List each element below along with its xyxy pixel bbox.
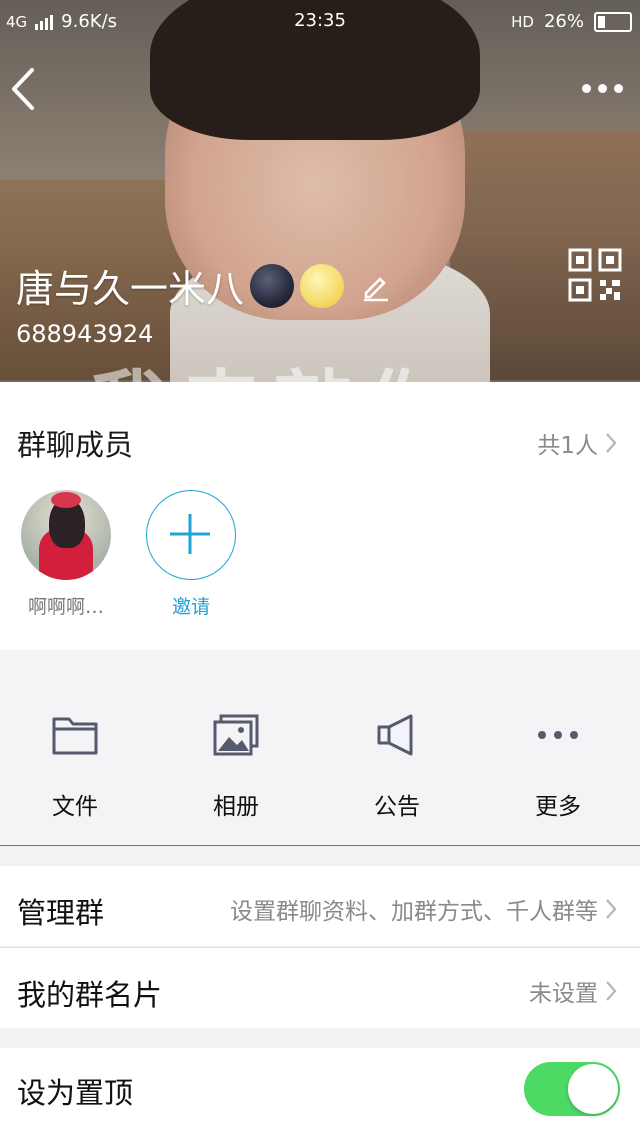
avatar (21, 490, 111, 580)
chevron-right-icon (606, 433, 617, 453)
pin-to-top-row: 设为置顶 (0, 1048, 640, 1128)
row-value: 设置群聊资料、加群方式、千人群等 (230, 899, 598, 925)
group-name-row: 唐与久一米八 (16, 258, 392, 313)
shortcut-label: 更多 (535, 794, 581, 820)
back-button[interactable] (8, 66, 38, 112)
my-group-card-row[interactable]: 我的群名片 未设置 (0, 948, 640, 1028)
members-title: 群聊成员 (17, 428, 134, 462)
hd-indicator: HD (511, 12, 534, 31)
more-dots-icon (538, 731, 578, 739)
plus-icon (170, 514, 210, 554)
status-bar: 4G 9.6K/s 23:35 HD 26% (0, 0, 640, 44)
shortcut-label: 相册 (213, 794, 259, 820)
announcement-icon (377, 714, 413, 756)
members-section: 群聊成员 共1人 啊啊啊… 邀请 (0, 382, 640, 650)
more-dot-icon (582, 83, 591, 93)
row-title: 管理群 (17, 896, 105, 930)
shortcuts-bar: 文件 相册 公告 更多 (0, 651, 640, 846)
invite-circle (146, 490, 236, 580)
shortcut-more[interactable]: 更多 (488, 713, 628, 821)
row-title: 设为置顶 (17, 1076, 134, 1110)
members-count-link[interactable]: 共1人 (537, 426, 618, 460)
members-count: 共1人 (537, 433, 598, 459)
manage-group-row[interactable]: 管理群 设置群聊资料、加群方式、千人群等 (0, 866, 640, 946)
shortcut-files[interactable]: 文件 (5, 713, 145, 821)
new-moon-face-icon (250, 263, 295, 308)
chevron-right-icon (606, 899, 617, 919)
row-value: 未设置 (529, 981, 598, 1007)
battery-percent: 26% (543, 11, 584, 32)
qr-code-icon[interactable] (568, 248, 622, 302)
member-name: 啊啊啊… (27, 596, 104, 618)
full-moon-face-icon (300, 263, 345, 308)
row-title: 我的群名片 (17, 978, 163, 1012)
group-id: 688943924 (16, 320, 154, 348)
more-options-button[interactable] (582, 78, 624, 98)
shortcut-album[interactable]: 相册 (166, 713, 306, 821)
chevron-right-icon (606, 981, 617, 1001)
cover-overlay-text: 我来敲你 (90, 345, 458, 382)
folder-icon (52, 717, 98, 755)
album-icon (213, 714, 259, 756)
battery-icon (594, 11, 632, 32)
toggle-knob (568, 1064, 618, 1114)
invite-label: 邀请 (171, 596, 210, 618)
shortcut-label: 文件 (52, 794, 98, 820)
edit-pencil-icon[interactable] (358, 269, 392, 303)
chevron-left-icon (12, 68, 34, 110)
pin-to-top-toggle[interactable] (524, 1062, 620, 1116)
group-name: 唐与久一米八 (16, 267, 245, 311)
shortcut-label: 公告 (374, 794, 420, 820)
invite-button[interactable]: 邀请 (143, 490, 239, 619)
shortcut-announcement[interactable]: 公告 (327, 713, 467, 821)
member-item[interactable]: 啊啊啊… (18, 490, 114, 619)
